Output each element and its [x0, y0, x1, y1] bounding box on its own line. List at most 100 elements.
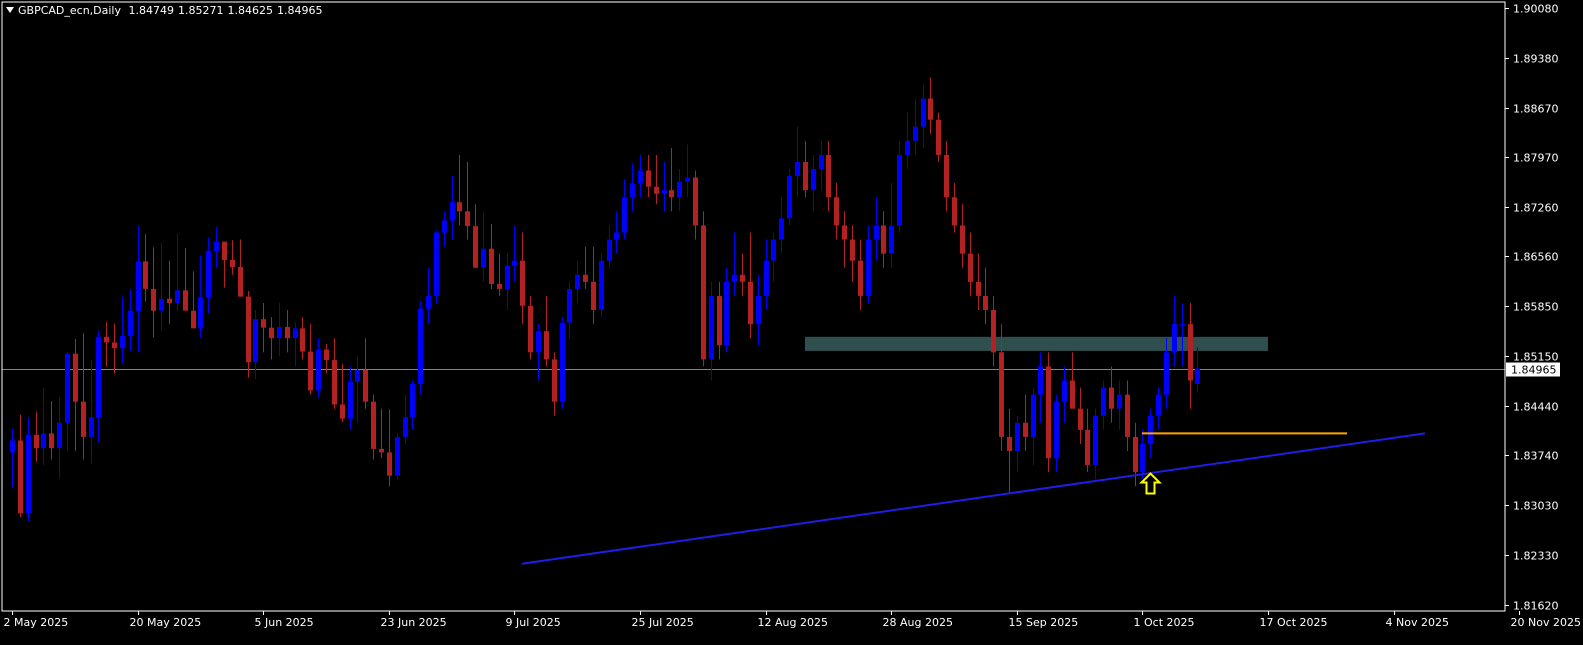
candle[interactable] — [308, 324, 313, 395]
candle[interactable] — [238, 239, 243, 297]
candle[interactable] — [764, 239, 769, 311]
candle[interactable] — [65, 351, 70, 451]
candle[interactable] — [340, 363, 345, 423]
candle[interactable] — [607, 225, 612, 268]
candle[interactable] — [261, 302, 266, 353]
candle[interactable] — [952, 183, 957, 233]
candle[interactable] — [811, 154, 816, 212]
candle[interactable] — [465, 162, 470, 240]
candle[interactable] — [591, 246, 596, 325]
candle[interactable] — [1031, 387, 1036, 466]
candle[interactable] — [717, 281, 722, 360]
candle[interactable] — [191, 271, 196, 329]
candle[interactable] — [1007, 408, 1012, 494]
candle[interactable] — [669, 147, 674, 212]
candle[interactable] — [858, 239, 863, 311]
candle[interactable] — [285, 310, 290, 353]
candle[interactable] — [450, 176, 455, 240]
candle[interactable] — [850, 225, 855, 282]
candle[interactable] — [787, 169, 792, 226]
candle[interactable] — [756, 274, 761, 346]
candle[interactable] — [395, 433, 400, 480]
candle[interactable] — [740, 253, 745, 296]
candle[interactable] — [1109, 366, 1114, 423]
candle[interactable] — [748, 232, 753, 339]
candle[interactable] — [575, 260, 580, 303]
candle[interactable] — [1195, 347, 1200, 393]
candle[interactable] — [128, 288, 133, 351]
candle[interactable] — [198, 255, 203, 338]
candle[interactable] — [622, 179, 627, 240]
candle[interactable] — [795, 126, 800, 198]
candle[interactable] — [183, 247, 188, 311]
candle[interactable] — [403, 394, 408, 444]
candle[interactable] — [104, 322, 109, 367]
candle[interactable] — [1015, 415, 1020, 473]
candle[interactable] — [379, 408, 384, 459]
candle[interactable] — [363, 338, 368, 409]
candle[interactable] — [913, 98, 918, 155]
candle[interactable] — [473, 204, 478, 268]
candle[interactable] — [1140, 429, 1145, 480]
candle[interactable] — [332, 338, 337, 409]
candle[interactable] — [567, 281, 572, 339]
candle[interactable] — [976, 253, 981, 311]
candle[interactable] — [112, 323, 117, 374]
candle[interactable] — [1172, 295, 1177, 367]
candle[interactable] — [410, 380, 415, 430]
candle[interactable] — [1085, 408, 1090, 473]
candle[interactable] — [528, 295, 533, 360]
candle[interactable] — [1101, 380, 1106, 430]
candle[interactable] — [1023, 394, 1028, 451]
candle[interactable] — [269, 317, 274, 360]
candle[interactable] — [1038, 352, 1043, 423]
candle[interactable] — [889, 183, 894, 268]
candle[interactable] — [560, 317, 565, 409]
candle[interactable] — [120, 296, 125, 364]
candle[interactable] — [583, 246, 588, 289]
candle[interactable] — [968, 232, 973, 296]
candle[interactable] — [253, 310, 258, 380]
candle[interactable] — [426, 267, 431, 325]
candle[interactable] — [316, 338, 321, 399]
candle[interactable] — [646, 154, 651, 198]
candle[interactable] — [654, 154, 659, 205]
candle[interactable] — [630, 163, 635, 212]
candle[interactable] — [41, 387, 46, 466]
candle[interactable] — [222, 241, 227, 288]
candle[interactable] — [175, 233, 180, 312]
candle[interactable] — [81, 333, 86, 460]
candle[interactable] — [991, 295, 996, 367]
candle[interactable] — [277, 302, 282, 356]
candle[interactable] — [677, 169, 682, 212]
candle[interactable] — [1046, 352, 1051, 473]
candle[interactable] — [724, 267, 729, 353]
candle[interactable] — [960, 204, 965, 268]
candle[interactable] — [246, 290, 251, 378]
candle[interactable] — [1062, 366, 1067, 423]
candle[interactable] — [544, 295, 549, 367]
candle[interactable] — [371, 394, 376, 460]
chart-area[interactable]: 1.90080 1.89380 1.88670 1.87970 1.87260 1.865… — [0, 0, 1583, 641]
candle[interactable] — [481, 211, 486, 282]
candle[interactable] — [57, 396, 62, 479]
candle[interactable] — [944, 140, 949, 212]
trendline[interactable] — [521, 432, 1426, 565]
candle[interactable] — [89, 360, 94, 464]
candle[interactable] — [638, 154, 643, 198]
candle[interactable] — [614, 211, 619, 254]
candle[interactable] — [520, 232, 525, 325]
candle[interactable] — [842, 211, 847, 268]
price-chart[interactable]: 1.90080 1.89380 1.88670 1.87970 1.87260 1.865… — [0, 0, 1583, 641]
candle[interactable] — [732, 232, 737, 296]
candle[interactable] — [874, 197, 879, 261]
candle[interactable] — [897, 140, 902, 233]
candle[interactable] — [826, 140, 831, 212]
candle[interactable] — [819, 140, 824, 191]
candle[interactable] — [457, 154, 462, 226]
candle[interactable] — [881, 211, 886, 268]
candle[interactable] — [300, 317, 305, 360]
candle[interactable] — [497, 253, 502, 296]
candle[interactable] — [512, 225, 517, 282]
candle[interactable] — [1070, 352, 1075, 409]
